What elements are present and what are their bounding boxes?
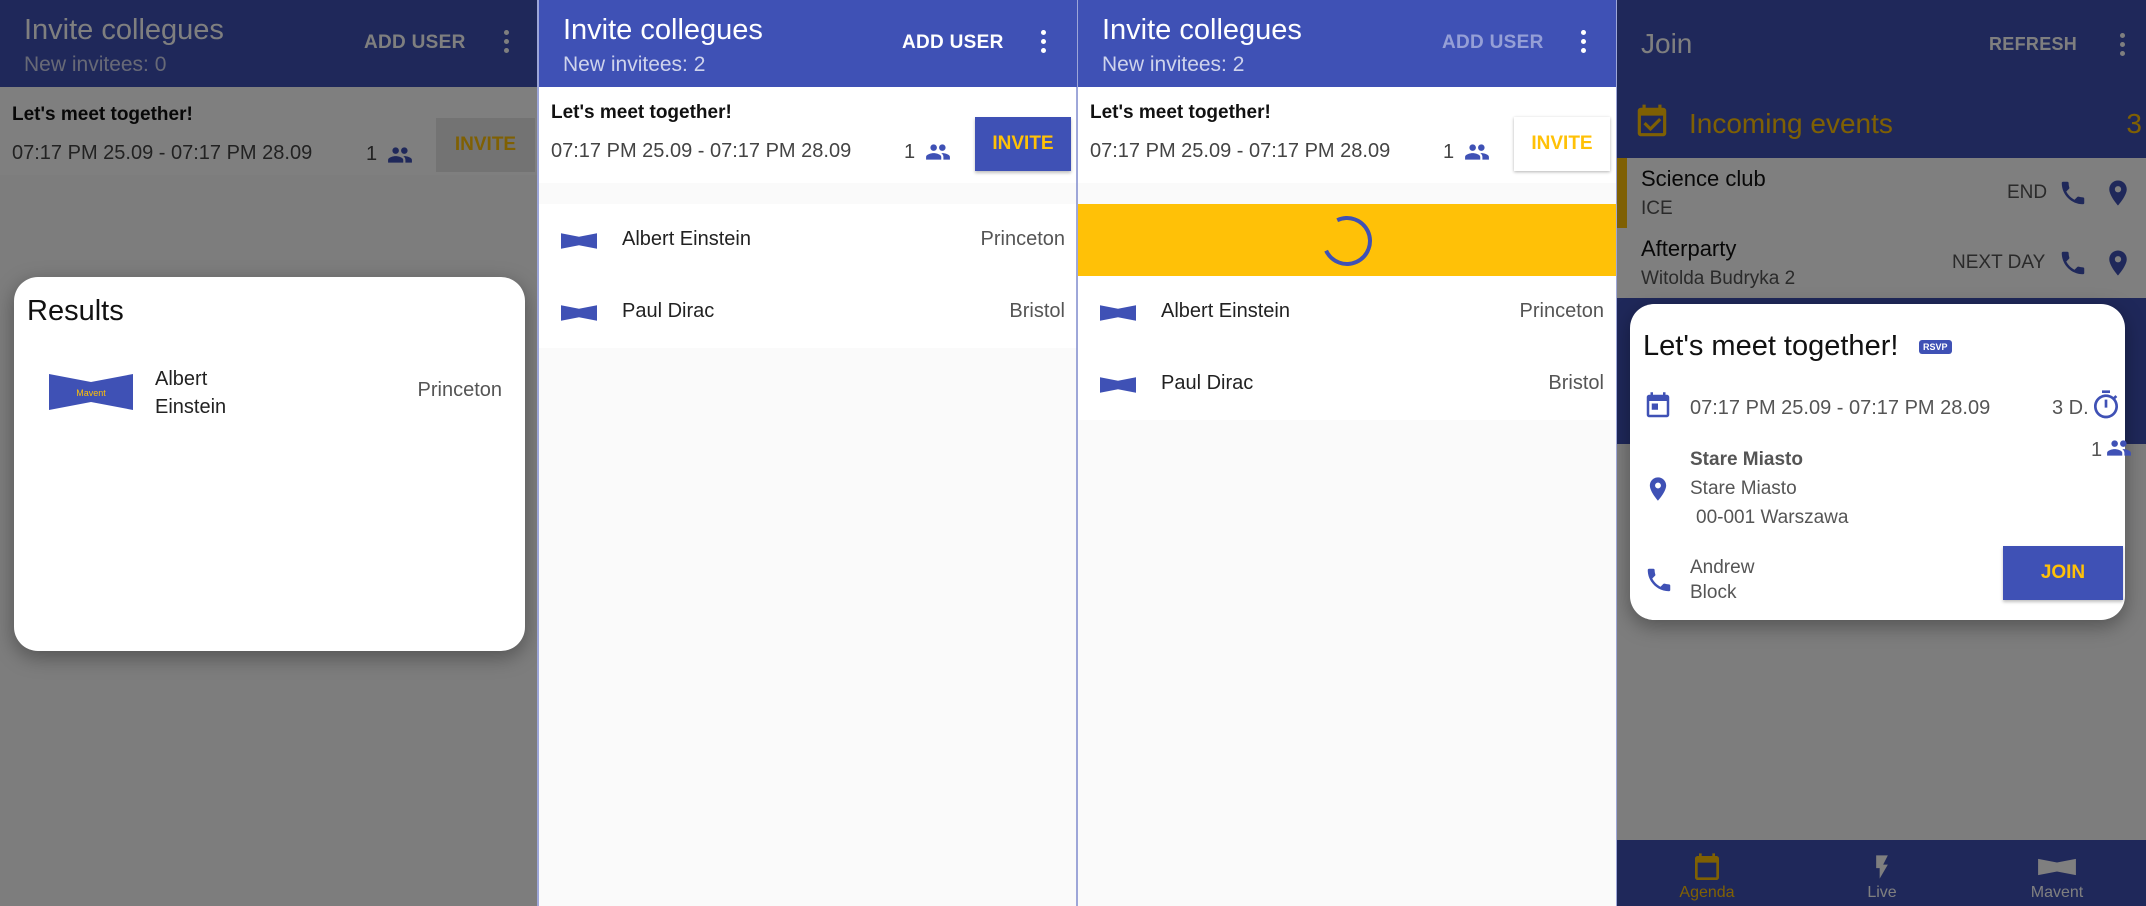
invitee-city: Princeton [1519, 300, 1605, 322]
dialog-title: Let's meet together! [1643, 330, 1899, 362]
address-line-2: 00-001 Warszawa [1696, 507, 1849, 528]
phone-icon[interactable] [1644, 565, 1674, 595]
results-dialog: Results Mavent Albert Einstein Princeton [14, 277, 525, 651]
event-dates: 07:17 PM 25.09 - 07:17 PM 28.09 [551, 140, 852, 162]
invitees-count: New invitees: 2 [1102, 53, 1245, 76]
event-duration: 3 D. [2052, 397, 2089, 419]
loading-bar [1078, 204, 1616, 276]
people-icon [1465, 144, 1489, 160]
dialog-title: Results [27, 295, 124, 327]
event-summary: Let's meet together! 07:17 PM 25.09 - 07… [1078, 87, 1616, 183]
invite-button[interactable]: INVITE [975, 117, 1071, 171]
calendar-icon [1646, 392, 1670, 418]
contact-last-name: Block [1690, 582, 1737, 603]
invitee-city: Bristol [1009, 300, 1065, 322]
page-title: Invite collegues [1102, 14, 1302, 46]
invite-button[interactable]: INVITE [1514, 117, 1610, 171]
attendee-count: 1 [904, 141, 916, 163]
page-title: Invite collegues [563, 14, 763, 46]
result-last-name: Einstein [155, 396, 227, 418]
more-options-icon[interactable] [1038, 30, 1048, 56]
result-first-name: Albert [155, 368, 208, 390]
list-item[interactable]: Paul Dirac Bristol [539, 276, 1077, 348]
svg-text:Mavent: Mavent [76, 388, 106, 398]
address-line-1: Stare Miasto [1690, 478, 1797, 499]
more-options-icon[interactable] [1578, 30, 1588, 56]
attendee-count: 1 [2091, 439, 2103, 461]
app-bar: Invite collegues New invitees: 2 ADD USE… [1078, 0, 1616, 87]
contact-first-name: Andrew [1690, 557, 1755, 578]
invitee-city: Princeton [980, 228, 1066, 250]
list-item[interactable]: Albert Einstein Princeton [539, 204, 1077, 276]
list-item[interactable]: Paul Dirac Bristol [1078, 348, 1616, 420]
screen-join: Join REFRESH Incoming events 3 Science c… [1617, 0, 2146, 906]
add-user-button[interactable]: ADD USER [902, 32, 1004, 54]
loading-spinner-icon [1314, 208, 1380, 274]
rsvp-badge: RSVP [1919, 340, 1952, 354]
mavent-logo-icon [561, 233, 597, 249]
mavent-logo-icon: Mavent [49, 374, 133, 410]
invitees-count: New invitees: 2 [563, 53, 706, 76]
join-button[interactable]: JOIN [2003, 546, 2123, 600]
location-name: Stare Miasto [1690, 449, 1803, 470]
mavent-logo-icon [561, 305, 597, 321]
screen-invite-list: Invite collegues New invitees: 2 ADD USE… [539, 0, 1077, 906]
people-icon [2107, 440, 2131, 456]
timer-icon [2094, 390, 2118, 419]
people-icon [926, 144, 950, 160]
app-bar: Invite collegues New invitees: 2 ADD USE… [539, 0, 1077, 87]
screen-invite-loading: Invite collegues New invitees: 2 ADD USE… [1078, 0, 1616, 906]
location-pin-icon[interactable] [1644, 472, 1672, 506]
attendee-count: 1 [1443, 141, 1455, 163]
event-summary: Let's meet together! 07:17 PM 25.09 - 07… [539, 87, 1077, 183]
event-name: Let's meet together! [551, 102, 732, 123]
invitee-name: Paul Dirac [1161, 372, 1254, 394]
event-dates: 07:17 PM 25.09 - 07:17 PM 28.09 [1090, 140, 1391, 162]
invitee-list: Albert Einstein Princeton Paul Dirac Bri… [1078, 276, 1616, 420]
result-item[interactable]: Mavent Albert Einstein Princeton [14, 357, 525, 427]
invitee-city: Bristol [1548, 372, 1604, 394]
event-dates: 07:17 PM 25.09 - 07:17 PM 28.09 [1690, 397, 1991, 419]
screen-results-dialog: Invite collegues New invitees: 0 ADD USE… [0, 0, 537, 906]
result-city: Princeton [417, 379, 503, 401]
event-details-dialog: Let's meet together! RSVP 07:17 PM 25.09… [1630, 304, 2131, 620]
add-user-button[interactable]: ADD USER [1442, 32, 1544, 54]
invitee-name: Albert Einstein [1161, 300, 1290, 322]
list-item[interactable]: Albert Einstein Princeton [1078, 276, 1616, 348]
invitee-name: Albert Einstein [622, 228, 751, 250]
mavent-logo-icon [1100, 305, 1136, 321]
invitee-name: Paul Dirac [622, 300, 715, 322]
event-name: Let's meet together! [1090, 102, 1271, 123]
invitee-list: Albert Einstein Princeton Paul Dirac Bri… [539, 204, 1077, 348]
mavent-logo-icon [1100, 377, 1136, 393]
